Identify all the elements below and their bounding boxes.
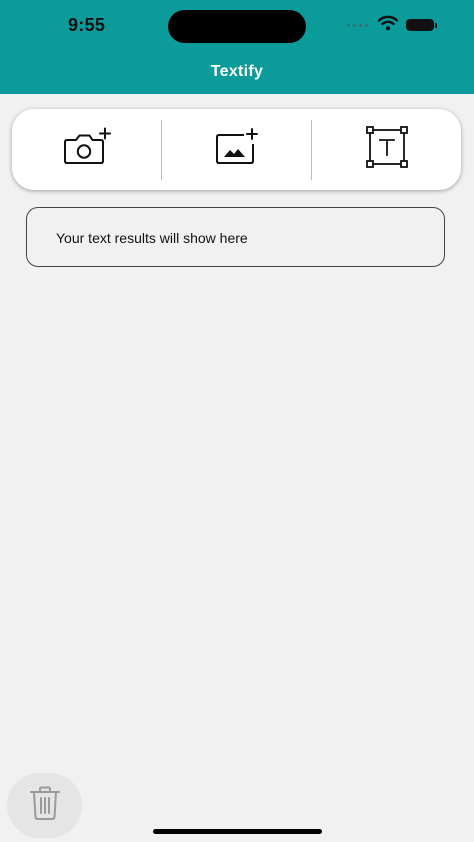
image-add-icon (213, 127, 261, 172)
page-title: Textify (210, 63, 264, 80)
capture-toolbar (12, 109, 461, 190)
trash-icon (28, 785, 62, 826)
text-scan-button[interactable] (312, 109, 461, 190)
clear-results-button[interactable] (7, 773, 82, 838)
cellular-signal-icon (347, 23, 368, 27)
text-results-box: Your text results will show here (26, 207, 445, 267)
battery-icon (406, 19, 437, 31)
status-time: 9:55 (68, 15, 106, 35)
image-import-button[interactable] (162, 109, 311, 190)
app-header: 9:55 Textify (0, 0, 474, 94)
home-indicator[interactable] (153, 829, 322, 834)
status-icons (347, 15, 437, 36)
results-placeholder: Your text results will show here (56, 230, 248, 246)
wifi-icon (377, 15, 399, 36)
text-recognition-icon (363, 126, 411, 173)
camera-capture-button[interactable] (12, 109, 161, 190)
dynamic-island (168, 10, 306, 43)
camera-add-icon (61, 127, 113, 172)
